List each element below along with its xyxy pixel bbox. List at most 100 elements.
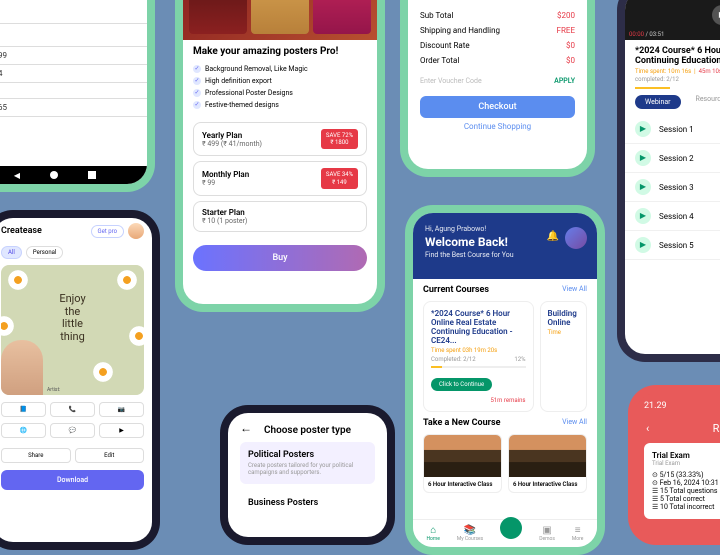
field[interactable]: on6/30 [0, 0, 147, 24]
filter-personal[interactable]: Personal [26, 246, 64, 259]
play-icon[interactable]: ▶ [712, 5, 720, 25]
checkout-row: Sub Total$200 [408, 8, 587, 23]
checkout-row: Discount Rate$0 [408, 38, 587, 53]
phone-courses-home: Hi, Agung Prabowo! Welcome Back! Find th… [405, 205, 605, 555]
brand-logo: Createase [1, 226, 42, 236]
phone-poster-pro: × Make your amazing posters Pro! ✓Backgr… [175, 0, 385, 312]
download-button[interactable]: Download [1, 470, 144, 490]
apply-button[interactable]: APPLY [554, 77, 575, 85]
phone-poster-type: ← Choose poster type Political Posters C… [220, 405, 395, 545]
social-chip[interactable]: 📘 [1, 402, 46, 417]
score: 5/15 (33.33%) [660, 471, 704, 479]
poster-type-business[interactable]: Business Posters [240, 490, 375, 516]
course-thumb[interactable]: 6 Hour Interactive Class [423, 434, 502, 493]
play-circle-icon: ▶ [635, 150, 651, 166]
save-badge: SAVE 72%₹ 1800 [321, 129, 358, 149]
filter-all[interactable]: All [1, 246, 22, 259]
more-icon: ≡ [572, 525, 584, 536]
course-card[interactable]: *2024 Course* 6 Hour Online Real Estate … [423, 301, 534, 412]
save-badge: SAVE 34%₹ 149 [321, 168, 358, 188]
promo-title: Make your amazing posters Pro! [183, 40, 377, 63]
view-all-link[interactable]: View All [562, 285, 587, 295]
social-chip[interactable]: ▶ [99, 423, 144, 438]
bell-icon[interactable]: 🔔 [547, 231, 559, 242]
social-chip[interactable]: 💬 [50, 423, 95, 438]
promo-bullet: ✓High definition export [183, 75, 377, 87]
exam-name: Trial Exam [652, 451, 720, 460]
share-button[interactable]: Share [1, 448, 71, 463]
field[interactable]: 9291294 [0, 65, 147, 83]
tabs: Webinar Resources [625, 89, 720, 115]
avatar[interactable] [128, 223, 144, 239]
checkout-button[interactable]: Checkout [420, 96, 575, 118]
continue-button[interactable]: Click to Continue [431, 378, 492, 391]
course-card[interactable]: Building Online Time [540, 301, 588, 412]
android-nav: ◀ [0, 166, 147, 184]
demo-icon: ▣ [539, 525, 555, 536]
plan-starter[interactable]: Starter Plan₹ 10 (1 poster) [193, 201, 367, 232]
remain-label: 51m remains [490, 397, 525, 404]
book-icon: 📚 [457, 525, 483, 536]
stat: 15 Total questions [660, 487, 717, 495]
phone-form: a Islam on6/30 (Optional)0/90 99999999 9… [0, 0, 155, 192]
session-item[interactable]: ▶Session 3 [625, 173, 720, 202]
field[interactable]: (Optional) [0, 83, 147, 99]
field[interactable]: (Optional)0/90 [0, 24, 147, 47]
edit-button[interactable]: Edit [75, 448, 145, 463]
view-all-link[interactable]: View All [562, 418, 587, 428]
session-item[interactable]: ▶Session 5 [625, 231, 720, 260]
plan-yearly[interactable]: Yearly Plan₹ 499 (₹ 41/month) SAVE 72%₹ … [193, 122, 367, 156]
bottom-nav: ⌂Home 📚My Courses ▣Demos ≡More [413, 519, 597, 547]
back-arrow-icon[interactable]: ‹ [646, 422, 649, 435]
date: Feb 16, 2024 10:31 AM (00:02:34) [660, 479, 720, 487]
play-circle-icon: ▶ [635, 237, 651, 253]
nav-home[interactable]: ⌂Home [426, 525, 439, 542]
page-title: ‹ Result [636, 419, 720, 443]
video-player[interactable]: ▶ 00:00 / 03:51 [625, 0, 720, 40]
artist-photo [1, 340, 43, 395]
nav-fab[interactable] [500, 517, 522, 539]
phone-result: 21.29●●● ‹ Result Trial Exam Trial Exam … [628, 385, 720, 545]
social-chip[interactable]: 📷 [99, 402, 144, 417]
play-circle-icon: ▶ [635, 179, 651, 195]
get-pro-button[interactable]: Get pro [91, 225, 125, 238]
course-title: *2024 Course* 6 Hour Online Real Estate … [625, 40, 720, 68]
session-item[interactable]: ▶Session 2 [625, 144, 720, 173]
promo-banner: × [183, 0, 377, 40]
phone-course-player: ▶ 00:00 / 03:51 *2024 Course* 6 Hour Onl… [617, 0, 720, 362]
nav-demos[interactable]: ▣Demos [539, 525, 555, 542]
field[interactable]: 15821365 [0, 99, 147, 117]
continue-shopping-link[interactable]: Continue Shopping [408, 122, 587, 131]
tab-webinar[interactable]: Webinar [635, 95, 681, 109]
play-circle-icon: ▶ [635, 208, 651, 224]
social-chip[interactable]: 📞 [50, 402, 95, 417]
stat: 5 Total correct [660, 495, 705, 503]
nav-my-courses[interactable]: 📚My Courses [457, 525, 483, 542]
course-meta: Time spent: 10m 16s | 45m 10s left [625, 68, 720, 75]
field[interactable]: 99999999 [0, 47, 147, 65]
poster-preview[interactable]: Enjoythelittlething Artist: [1, 265, 144, 395]
phone-checkout: Includes the Following Courses & Require… [400, 0, 595, 177]
plan-monthly[interactable]: Monthly Plan₹ 99 SAVE 34%₹ 149 [193, 161, 367, 195]
poster-type-political[interactable]: Political Posters Create posters tailore… [240, 442, 375, 484]
session-item[interactable]: ▶Session 1 [625, 115, 720, 144]
social-chip[interactable]: 🌐 [1, 423, 46, 438]
welcome-header: Hi, Agung Prabowo! Welcome Back! Find th… [413, 213, 597, 279]
artist-label: Artist: [47, 387, 60, 393]
promo-bullet: ✓Festive-themed designs [183, 99, 377, 111]
phone-createase: Createase Get pro All Personal Enjoythel… [0, 210, 160, 550]
session-item[interactable]: ▶Session 4 [625, 202, 720, 231]
checkout-row: Order Total$0 [408, 53, 587, 68]
completed-label: completed: 2/12 [625, 75, 720, 87]
result-header: 21.29●●● [636, 393, 720, 419]
buy-button[interactable]: Buy [193, 245, 367, 271]
section-title: Take a New Course [423, 418, 500, 428]
section-title: Current Courses [423, 285, 489, 295]
promo-bullet: ✓Professional Poster Designs [183, 87, 377, 99]
avatar[interactable] [565, 227, 587, 249]
tab-resources[interactable]: Resources [696, 95, 720, 109]
nav-more[interactable]: ≡More [572, 525, 584, 542]
course-thumb[interactable]: 6 Hour Interactive Class [508, 434, 587, 493]
voucher-input[interactable]: Enter Voucher Code [420, 77, 482, 85]
promo-bullet: ✓Background Removal, Like Magic [183, 63, 377, 75]
